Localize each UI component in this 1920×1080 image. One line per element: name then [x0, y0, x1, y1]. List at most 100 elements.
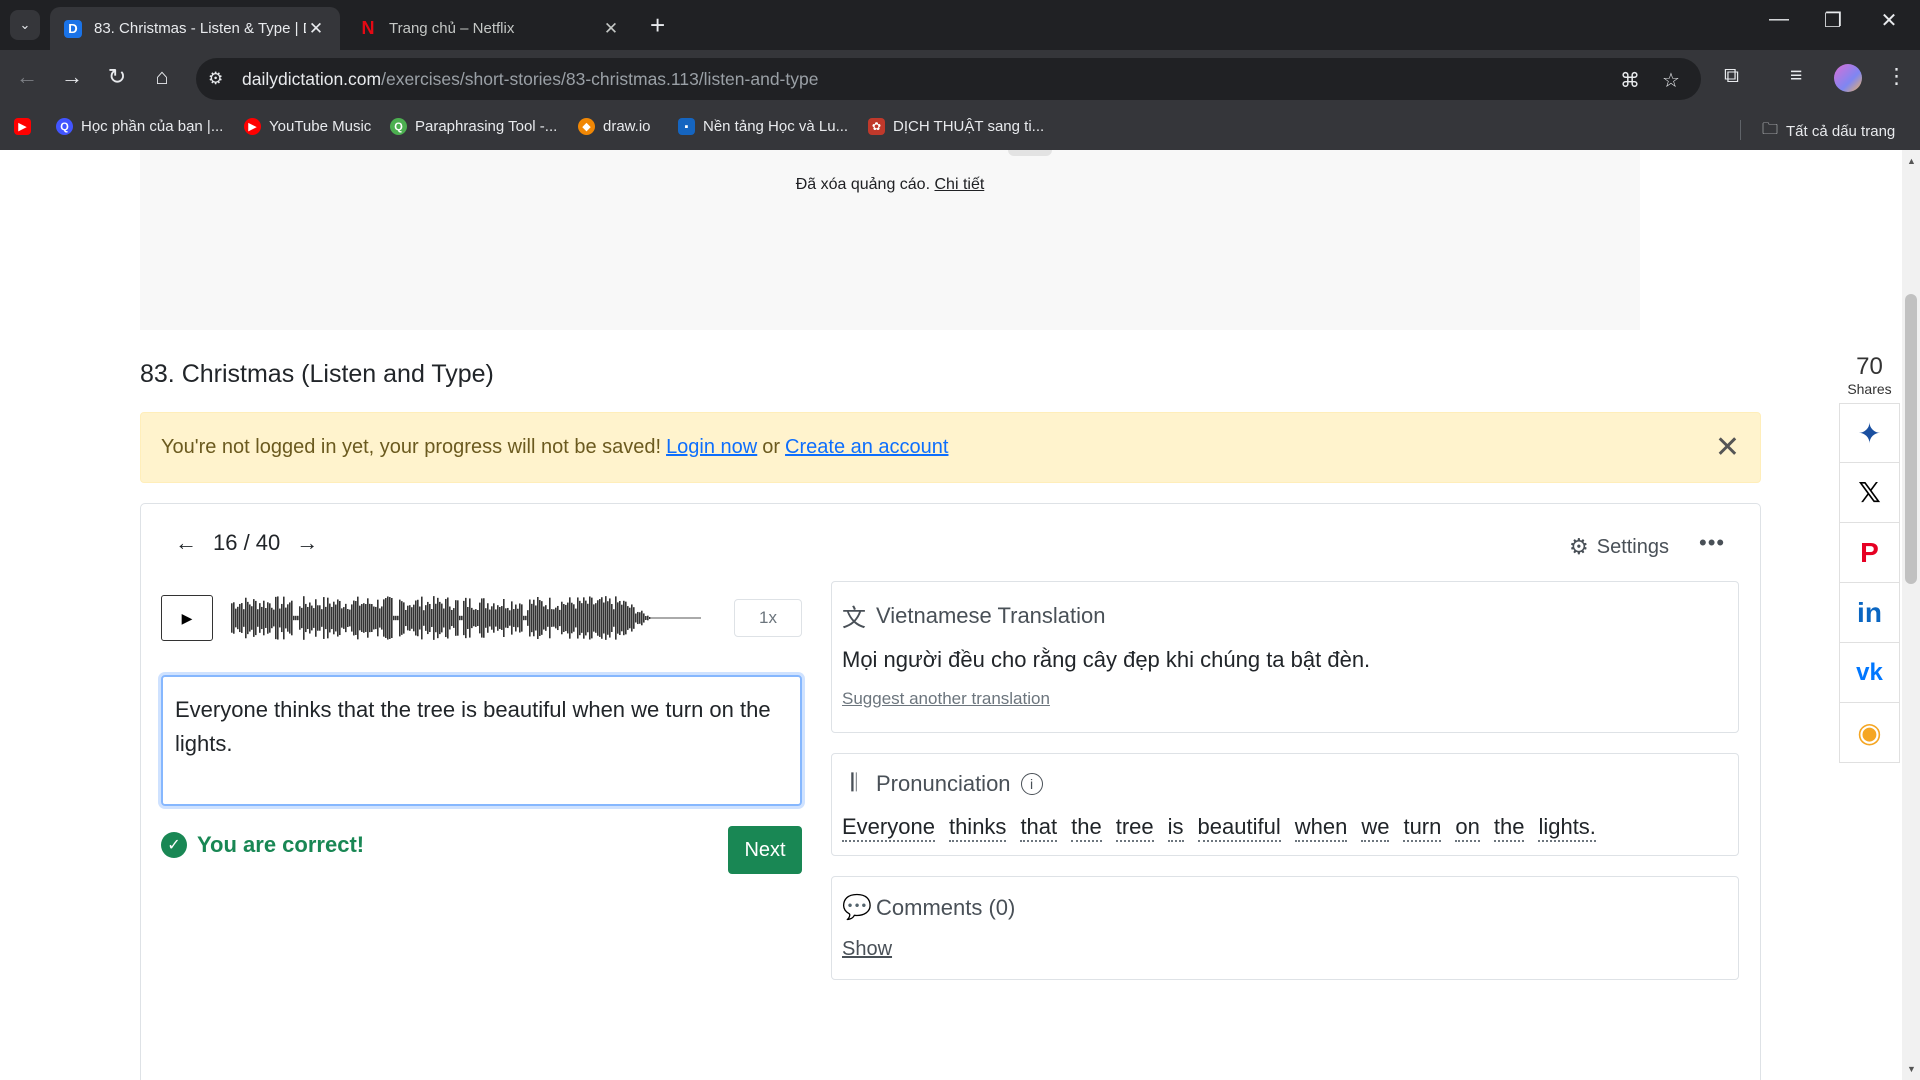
alert-text: You're not logged in yet, your progress … — [161, 436, 662, 458]
tab-netflix[interactable]: N Trang chủ – Netflix ✕ — [345, 7, 635, 50]
bookmark-quillbot[interactable]: Q Paraphrasing Tool -... — [390, 118, 557, 135]
gear-icon: ⚙ — [1569, 534, 1589, 559]
share-weibo-icon[interactable]: ◉ — [1839, 703, 1900, 763]
media-control-icon[interactable]: ≡ — [1790, 64, 1802, 88]
audio-player: ▶ 1x — [161, 593, 802, 645]
bookmark-youtube[interactable]: ▶ — [14, 118, 39, 135]
scroll-down-icon[interactable]: ▼ — [1907, 1064, 1916, 1074]
pronunciation-header: 𝄃 Pronunciation i — [842, 770, 1728, 798]
drawio-icon: ◆ — [578, 118, 595, 135]
pronunciation-word[interactable]: on — [1455, 814, 1480, 842]
bookmark-label: Paraphrasing Tool -... — [415, 118, 558, 135]
youtube-icon: ▶ — [14, 118, 31, 135]
reload-icon[interactable]: ↻ — [102, 64, 132, 90]
bookmark-drawio[interactable]: ◆ draw.io — [578, 118, 651, 135]
pronunciation-word[interactable]: the — [1071, 814, 1102, 842]
pronunciation-word[interactable]: beautiful — [1197, 814, 1281, 842]
bookmark-platform[interactable]: ▪ Nền tảng Học và Lu... — [678, 118, 848, 135]
netflix-favicon-icon: N — [361, 18, 375, 38]
scrollbar-thumb[interactable] — [1905, 294, 1917, 584]
more-options-icon[interactable]: ••• — [1699, 530, 1725, 556]
play-button[interactable]: ▶ — [161, 595, 213, 641]
share-vk-icon[interactable]: vk — [1839, 643, 1900, 703]
window-close-icon[interactable]: ✕ — [1866, 8, 1912, 33]
share-count-label: Shares — [1847, 381, 1892, 397]
site-info-icon[interactable]: ⚙ — [208, 69, 223, 89]
tab-title: Trang chủ – Netflix — [389, 20, 515, 37]
browser-chrome: ⌄ D 83. Christmas - Listen & Type | Dail… — [0, 0, 1920, 150]
translation-panel: 文 Vietnamese Translation Mọi người đều c… — [831, 581, 1739, 733]
minimize-icon[interactable]: — — [1756, 8, 1802, 31]
login-alert: You're not logged in yet, your progress … — [140, 412, 1761, 483]
bookmarks-divider — [1740, 120, 1741, 140]
pronunciation-word[interactable]: that — [1020, 814, 1058, 842]
login-link[interactable]: Login now — [666, 436, 757, 459]
share-x-icon[interactable]: 𝕏 — [1839, 463, 1900, 523]
pronunciation-word[interactable]: we — [1361, 814, 1390, 842]
audio-waveform[interactable] — [231, 593, 701, 643]
tab-search-button[interactable]: ⌄ — [10, 10, 40, 40]
next-button[interactable]: Next — [728, 826, 802, 874]
extensions-icon[interactable]: ⧉ — [1724, 64, 1739, 88]
pronunciation-word[interactable]: thinks — [948, 814, 1007, 842]
suggest-translation-link[interactable]: Suggest another translation — [842, 689, 1050, 709]
share-ai-icon[interactable]: ✦ — [1839, 403, 1900, 463]
home-icon[interactable]: ⌂ — [147, 64, 177, 90]
pronunciation-word[interactable]: turn — [1403, 814, 1442, 842]
pronunciation-word[interactable]: the — [1493, 814, 1525, 842]
alert-close-icon[interactable]: ✕ — [1715, 433, 1740, 463]
ad-placeholder: Đã xóa quảng cáo. Chi tiết — [140, 150, 1640, 330]
answer-textarea[interactable]: Everyone thinks that the tree is beautif… — [161, 675, 802, 806]
bookmark-translate[interactable]: ✿ DỊCH THUẬT sang ti... — [868, 118, 1044, 135]
all-bookmarks[interactable]: 🗀 Tất cả dấu trang — [1762, 118, 1895, 145]
translate-page-icon[interactable]: ⌘ — [1620, 68, 1640, 93]
create-account-link[interactable]: Create an account — [785, 436, 948, 459]
ad-notch — [1008, 150, 1052, 156]
tab-close-icon[interactable]: ✕ — [601, 19, 621, 39]
translation-heading: Vietnamese Translation — [876, 602, 1106, 628]
pronunciation-word[interactable]: tree — [1115, 814, 1154, 842]
bookmark-star-icon[interactable]: ☆ — [1662, 68, 1680, 93]
next-sentence-icon[interactable]: → — [292, 530, 322, 556]
address-bar[interactable]: ⚙ dailydictation.com/exercises/short-sto… — [196, 58, 1701, 100]
playback-speed-button[interactable]: 1x — [734, 599, 802, 637]
pronunciation-word[interactable]: when — [1294, 814, 1348, 842]
info-icon[interactable]: i — [1020, 773, 1043, 795]
bookmark-quizlet[interactable]: Q Học phần của bạn |... — [56, 118, 223, 135]
bookmark-youtube-music[interactable]: ▶ YouTube Music — [244, 118, 371, 135]
pronunciation-words: Everyone thinks that the tree is beautiful when… — [842, 814, 1728, 842]
share-linkedin-icon[interactable]: in — [1839, 583, 1900, 643]
restore-icon[interactable]: ❐ — [1810, 8, 1856, 33]
tab-dailydictation[interactable]: D 83. Christmas - Listen & Type | Daily … — [50, 7, 340, 50]
bookmark-label: YouTube Music — [269, 118, 372, 135]
back-icon[interactable]: ← — [12, 64, 42, 90]
previous-sentence-icon[interactable]: ← — [171, 530, 201, 556]
page-title: 83. Christmas (Listen and Type) — [140, 360, 494, 388]
page-content: Đã xóa quảng cáo. Chi tiết 83. Christmas… — [0, 150, 1920, 1080]
forward-icon[interactable]: → — [57, 64, 87, 90]
new-tab-button[interactable]: + — [650, 12, 665, 38]
ad-details-link[interactable]: Chi tiết — [934, 176, 984, 193]
scroll-up-icon[interactable]: ▲ — [1907, 156, 1916, 166]
share-pinterest-icon[interactable]: P — [1839, 523, 1900, 583]
dailydictation-favicon-icon: D — [64, 19, 82, 38]
share-count: 70 Shares — [1839, 353, 1900, 397]
share-bar: 70 Shares ✦ 𝕏 P in vk ◉ — [1839, 353, 1900, 763]
profile-avatar[interactable] — [1834, 64, 1862, 92]
tab-title: 83. Christmas - Listen & Type | Daily Di… — [94, 20, 306, 37]
pronunciation-word[interactable]: Everyone — [842, 814, 935, 842]
settings-button[interactable]: ⚙ Settings — [1569, 534, 1669, 560]
alert-or: or — [762, 436, 781, 458]
audio-wave-icon: 𝄃 — [851, 770, 857, 797]
tab-close-icon[interactable]: ✕ — [306, 19, 326, 39]
comments-heading: Comments (0) — [876, 894, 1016, 920]
pronunciation-word[interactable]: lights. — [1538, 814, 1596, 842]
pronunciation-word[interactable]: is — [1167, 814, 1184, 842]
ad-removed-label: Đã xóa quảng cáo. — [795, 176, 931, 193]
browser-menu-icon[interactable]: ⋮ — [1886, 64, 1907, 89]
page-scrollbar[interactable]: ▲ ▼ — [1902, 150, 1920, 1080]
show-comments-link[interactable]: Show — [842, 938, 892, 961]
settings-label: Settings — [1596, 535, 1669, 558]
translation-header: 文 Vietnamese Translation — [842, 598, 1728, 633]
play-icon: ▶ — [181, 609, 193, 626]
